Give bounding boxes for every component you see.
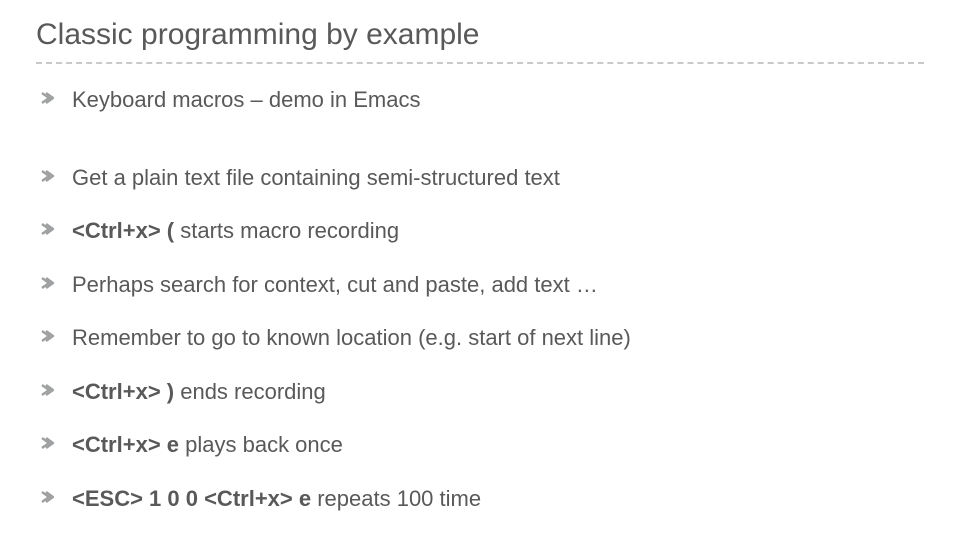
list-item: <Ctrl+x> ( starts macro recording bbox=[40, 217, 924, 245]
list-item-text: Get a plain text file containing semi-st… bbox=[72, 164, 924, 192]
list-item: Get a plain text file containing semi-st… bbox=[40, 164, 924, 192]
slide-title: Classic programming by example bbox=[36, 18, 924, 52]
list-item: <Ctrl+x> ) ends recording bbox=[40, 378, 924, 406]
divider bbox=[36, 62, 924, 64]
slide: Classic programming by example Keyboard … bbox=[0, 0, 960, 512]
list-item: <ESC> 1 0 0 <Ctrl+x> e repeats 100 time bbox=[40, 485, 924, 513]
chevron-right-icon bbox=[40, 329, 54, 343]
list-item-text: <Ctrl+x> e plays back once bbox=[72, 431, 924, 459]
list-item-text: Remember to go to known location (e.g. s… bbox=[72, 324, 924, 352]
list-item-text: <ESC> 1 0 0 <Ctrl+x> e repeats 100 time bbox=[72, 485, 924, 513]
list-item: Perhaps search for context, cut and past… bbox=[40, 271, 924, 299]
chevron-right-icon bbox=[40, 436, 54, 450]
chevron-right-icon bbox=[40, 383, 54, 397]
list-item-text: Perhaps search for context, cut and past… bbox=[72, 271, 924, 299]
list-item: Keyboard macros – demo in Emacs bbox=[40, 86, 924, 114]
list-item-text: Keyboard macros – demo in Emacs bbox=[72, 86, 924, 114]
chevron-right-icon bbox=[40, 91, 54, 105]
list-item: Remember to go to known location (e.g. s… bbox=[40, 324, 924, 352]
chevron-right-icon bbox=[40, 222, 54, 236]
bullet-list: Keyboard macros – demo in Emacs Get a pla… bbox=[36, 86, 924, 512]
chevron-right-icon bbox=[40, 276, 54, 290]
chevron-right-icon bbox=[40, 490, 54, 504]
chevron-right-icon bbox=[40, 169, 54, 183]
list-item-text: <Ctrl+x> ( starts macro recording bbox=[72, 217, 924, 245]
list-item: <Ctrl+x> e plays back once bbox=[40, 431, 924, 459]
list-item-text: <Ctrl+x> ) ends recording bbox=[72, 378, 924, 406]
